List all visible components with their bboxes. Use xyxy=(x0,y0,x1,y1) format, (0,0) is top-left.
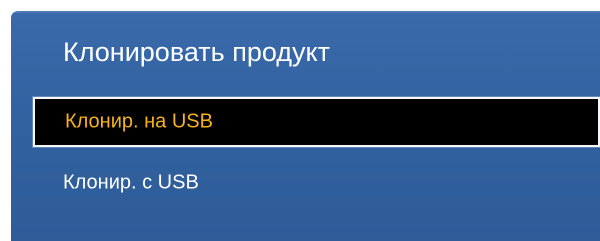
menu-item-label: Клонир. на USB xyxy=(65,110,213,133)
menu-item-clone-from-usb[interactable]: Клонир. с USB xyxy=(33,163,600,203)
menu-item-clone-to-usb[interactable]: Клонир. на USB xyxy=(33,97,600,147)
clone-product-dialog: Клонировать продукт Клонир. на USB Клони… xyxy=(11,11,600,241)
menu-item-label: Клонир. с USB xyxy=(63,171,199,194)
dialog-title: Клонировать продукт xyxy=(63,37,331,67)
